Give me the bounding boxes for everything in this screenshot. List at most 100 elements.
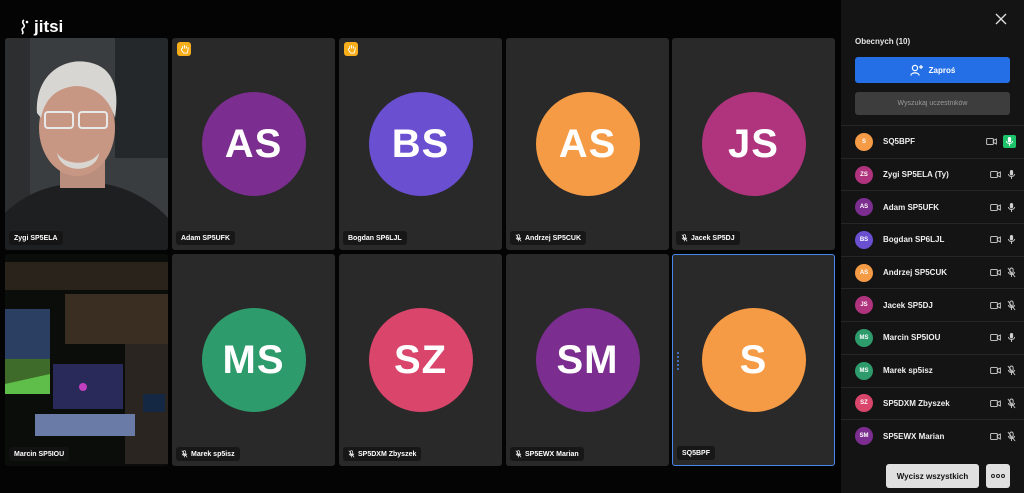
participant-list-name: Zygi SP5ELA (Ty) [883, 170, 949, 180]
participant-avatar-small: MS [855, 361, 873, 380]
participant-avatar: JS [701, 92, 806, 196]
participant-name: Adam SP5UFK [181, 234, 231, 242]
participant-tile[interactable]: AS Adam SP5UFK [172, 38, 335, 250]
mic-icon [1007, 170, 1016, 180]
participant-tile[interactable]: Marcin SP5IOU [5, 254, 168, 466]
participant-avatar-small: JS [855, 296, 873, 315]
jitsi-logo[interactable]: jitsi [17, 17, 63, 37]
participant-status-icons [990, 322, 1016, 354]
participant-status-icons [990, 420, 1016, 452]
participant-list-name: Marek sp5isz [883, 366, 933, 376]
mic-muted-icon [515, 234, 522, 242]
participant-name: Jacek SP5DJ [691, 234, 735, 242]
camera-icon [990, 269, 1001, 277]
participant-list-name: Bogdan SP6LJL [883, 235, 945, 245]
participant-avatar: SM [535, 308, 640, 412]
participant-avatar: BS [368, 92, 473, 196]
participant-list-name: Andrzej SP5CUK [883, 268, 948, 278]
participant-status-icons [990, 388, 1016, 420]
raised-hand-icon [180, 45, 189, 54]
participant-tile[interactable]: BS Bogdan SP6LJL [339, 38, 502, 250]
participant-search-input[interactable] [855, 92, 1010, 115]
participant-name: Marcin SP5IOU [14, 450, 65, 458]
participant-tile[interactable]: SZ SP5DXM Zbyszek [339, 254, 502, 466]
close-icon[interactable] [994, 12, 1008, 26]
participants-pane: Obecnych (10) Zaproś S SQ5BPF ZS Zygi SP5EL… [841, 0, 1024, 493]
participant-avatar-small: SZ [855, 394, 873, 413]
camera-icon [990, 367, 1001, 375]
video-stage: jitsi Zygi SP5ELA AS Adam SP5UFK BS Bogdan S… [0, 0, 840, 493]
participant-list-item[interactable]: MS Marek sp5isz [841, 353, 1024, 387]
participant-status-icons [990, 257, 1016, 289]
participant-name-label: Marcin SP5IOU [9, 447, 70, 461]
participant-list-item[interactable]: SZ SP5DXM Zbyszek [841, 386, 1024, 420]
participant-list-name: SP5EWX Marian [883, 431, 945, 441]
participant-avatar-small: AS [855, 198, 873, 217]
participant-name-label: SP5DXM Zbyszek [343, 447, 422, 461]
mic-muted-icon [681, 234, 688, 242]
participant-tile[interactable]: S SQ5BPF [672, 254, 835, 466]
participant-list-name: SP5DXM Zbyszek [883, 398, 950, 408]
mic-icon [1007, 333, 1016, 343]
participant-avatar-small: SM [855, 427, 873, 446]
mute-all-button[interactable]: Wycisz wszystkich [886, 464, 979, 488]
jitsi-meeting-window: jitsi Zygi SP5ELA AS Adam SP5UFK BS Bogdan S… [0, 0, 1024, 493]
camera-icon [986, 138, 997, 146]
participant-name-label: SQ5BPF [677, 446, 716, 460]
participant-tile[interactable]: SM SP5EWX Marian [506, 254, 669, 466]
participant-list-item[interactable]: AS Andrzej SP5CUK [841, 255, 1024, 289]
mic-muted-icon [1007, 267, 1016, 278]
participant-avatar: MS [201, 308, 306, 412]
participant-tile[interactable]: JS Jacek SP5DJ [672, 38, 835, 250]
drag-handle[interactable] [676, 351, 680, 371]
participant-tile[interactable]: MS Marek sp5isz [172, 254, 335, 466]
participant-name-label: SP5EWX Marian [510, 447, 584, 461]
mic-active-indicator [1003, 135, 1016, 149]
participant-list-item[interactable]: MS Marcin SP5IOU [841, 321, 1024, 354]
participant-avatar-small: BS [855, 230, 873, 249]
participant-tile[interactable]: Zygi SP5ELA [5, 38, 168, 250]
participant-status-icons [990, 224, 1016, 256]
participant-list: S SQ5BPF ZS Zygi SP5ELA (Ty) AS Adam SP5UFK BS… [841, 125, 1024, 452]
participant-list-item[interactable]: AS Adam SP5UFK [841, 190, 1024, 223]
mic-icon [1007, 202, 1016, 212]
invite-label: Zaproś [928, 65, 956, 75]
participant-name: Bogdan SP6LJL [348, 234, 402, 242]
participant-list-item[interactable]: S SQ5BPF [841, 125, 1024, 158]
participant-status-icons [990, 355, 1016, 387]
invite-button[interactable]: Zaproś [855, 57, 1010, 83]
participant-list-name: SQ5BPF [883, 137, 916, 147]
mic-muted-icon [1007, 398, 1016, 409]
participant-avatar-small: AS [855, 263, 873, 282]
camera-icon [990, 334, 1001, 342]
participant-avatar: S [701, 308, 806, 412]
participant-name: SP5DXM Zbyszek [358, 450, 417, 458]
participant-list-item[interactable]: ZS Zygi SP5ELA (Ty) [841, 157, 1024, 191]
participant-list-name: Marcin SP5IOU [883, 333, 941, 343]
participant-avatar: AS [535, 92, 640, 196]
more-dots-icon [991, 474, 1005, 478]
mic-muted-icon [1007, 365, 1016, 376]
mic-muted-icon [515, 450, 522, 458]
camera-icon [990, 171, 1001, 179]
participant-tile[interactable]: AS Andrzej SP5CUK [506, 38, 669, 250]
participant-name: Marek sp5isz [191, 450, 235, 458]
participant-name-label: Andrzej SP5CUK [510, 231, 587, 245]
mic-muted-icon [1007, 431, 1016, 441]
camera-icon [990, 399, 1001, 407]
mic-muted-icon [181, 450, 188, 458]
add-user-icon [909, 64, 923, 76]
participant-avatar-small: S [855, 132, 873, 151]
participants-count-title: Obecnych (10) [855, 37, 911, 46]
raised-hand-badge [177, 42, 191, 56]
participant-list-item[interactable]: SM SP5EWX Marian [841, 419, 1024, 452]
mic-muted-icon [348, 450, 355, 458]
participant-status-icons [986, 126, 1016, 158]
participant-status-icons [990, 159, 1016, 191]
camera-icon [990, 203, 1001, 211]
participant-list-item[interactable]: JS Jacek SP5DJ [841, 288, 1024, 321]
more-options-button[interactable] [986, 464, 1010, 488]
participant-name: Andrzej SP5CUK [525, 234, 582, 242]
participant-list-item[interactable]: BS Bogdan SP6LJL [841, 223, 1024, 256]
participant-status-icons [990, 289, 1016, 321]
